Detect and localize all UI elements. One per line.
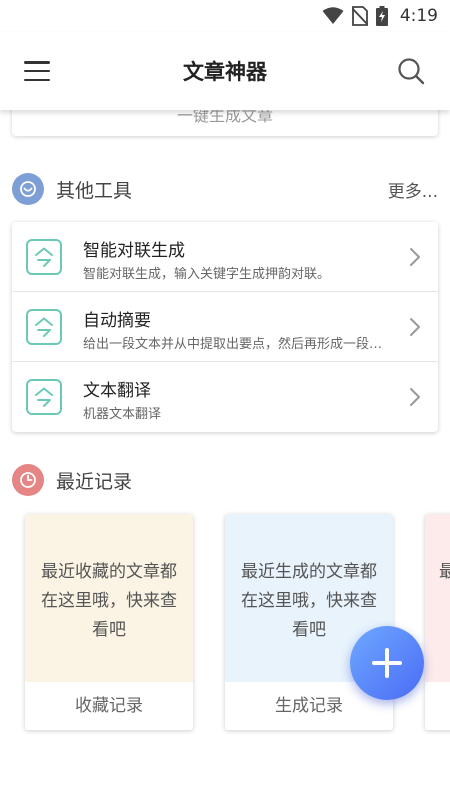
- status-bar: 4:19: [0, 0, 450, 32]
- records-section-title: 最近记录: [56, 470, 133, 493]
- tool-name: 自动摘要: [83, 311, 151, 331]
- tool-item-couplet[interactable]: 智能对联生成 智能对联生成，输入关键字生成押韵对联。: [12, 222, 438, 292]
- chevron-right-icon: [408, 246, 422, 268]
- status-time: 4:19: [399, 6, 438, 26]
- tool-desc: 机器文本翻译: [83, 407, 162, 422]
- clock-circle-icon: [12, 464, 44, 496]
- app-bar: 文章神器: [0, 32, 450, 110]
- wifi-icon: [322, 7, 344, 25]
- swap-icon: [26, 309, 62, 345]
- no-sim-icon: [351, 6, 368, 26]
- tools-section-title: 其他工具: [56, 179, 133, 202]
- record-card-footer: [425, 682, 450, 730]
- records-section-header: 最近记录: [12, 462, 438, 498]
- swap-icon: [26, 239, 62, 275]
- plus-icon: [372, 648, 402, 678]
- record-card-body: 最近: [425, 514, 450, 682]
- search-icon[interactable]: [396, 56, 426, 86]
- record-card-body: 最近收藏的文章都在这里哦，快来查看吧: [25, 514, 193, 682]
- tools-section-header: 其他工具 更多...: [12, 171, 438, 207]
- tool-desc: 给出一段文本并从中提取出要点，然后再形成一段简短的摘要: [83, 337, 383, 352]
- tool-name: 文本翻译: [83, 381, 151, 401]
- more-tools-link[interactable]: 更多...: [388, 177, 438, 202]
- tools-list: 智能对联生成 智能对联生成，输入关键字生成押韵对联。 自动摘要 给出一段文本并从…: [12, 222, 438, 432]
- record-card-footer: 收藏记录: [25, 682, 193, 730]
- battery-charging-icon: [375, 6, 388, 26]
- tool-desc: 智能对联生成，输入关键字生成押韵对联。: [83, 267, 331, 282]
- tool-name: 智能对联生成: [83, 241, 185, 261]
- chevron-right-icon: [408, 316, 422, 338]
- swap-icon: [26, 379, 62, 415]
- record-card-generated[interactable]: 最近生成的文章都在这里哦，快来查看吧 生成记录: [225, 514, 393, 730]
- record-card-partial[interactable]: 最近: [425, 514, 450, 730]
- add-button[interactable]: [350, 626, 424, 700]
- chevron-right-icon: [408, 386, 422, 408]
- screen: 4:19 一键生成文章 文章神器 其他工具 更多... 智能对联生成 智能对联生…: [0, 0, 450, 800]
- tool-item-translate[interactable]: 文本翻译 机器文本翻译: [12, 362, 438, 432]
- smile-circle-icon: [12, 173, 44, 205]
- record-card-favorites[interactable]: 最近收藏的文章都在这里哦，快来查看吧 收藏记录: [25, 514, 193, 730]
- app-title: 文章神器: [183, 60, 267, 84]
- tool-item-summary[interactable]: 自动摘要 给出一段文本并从中提取出要点，然后再形成一段简短的摘要: [12, 292, 438, 362]
